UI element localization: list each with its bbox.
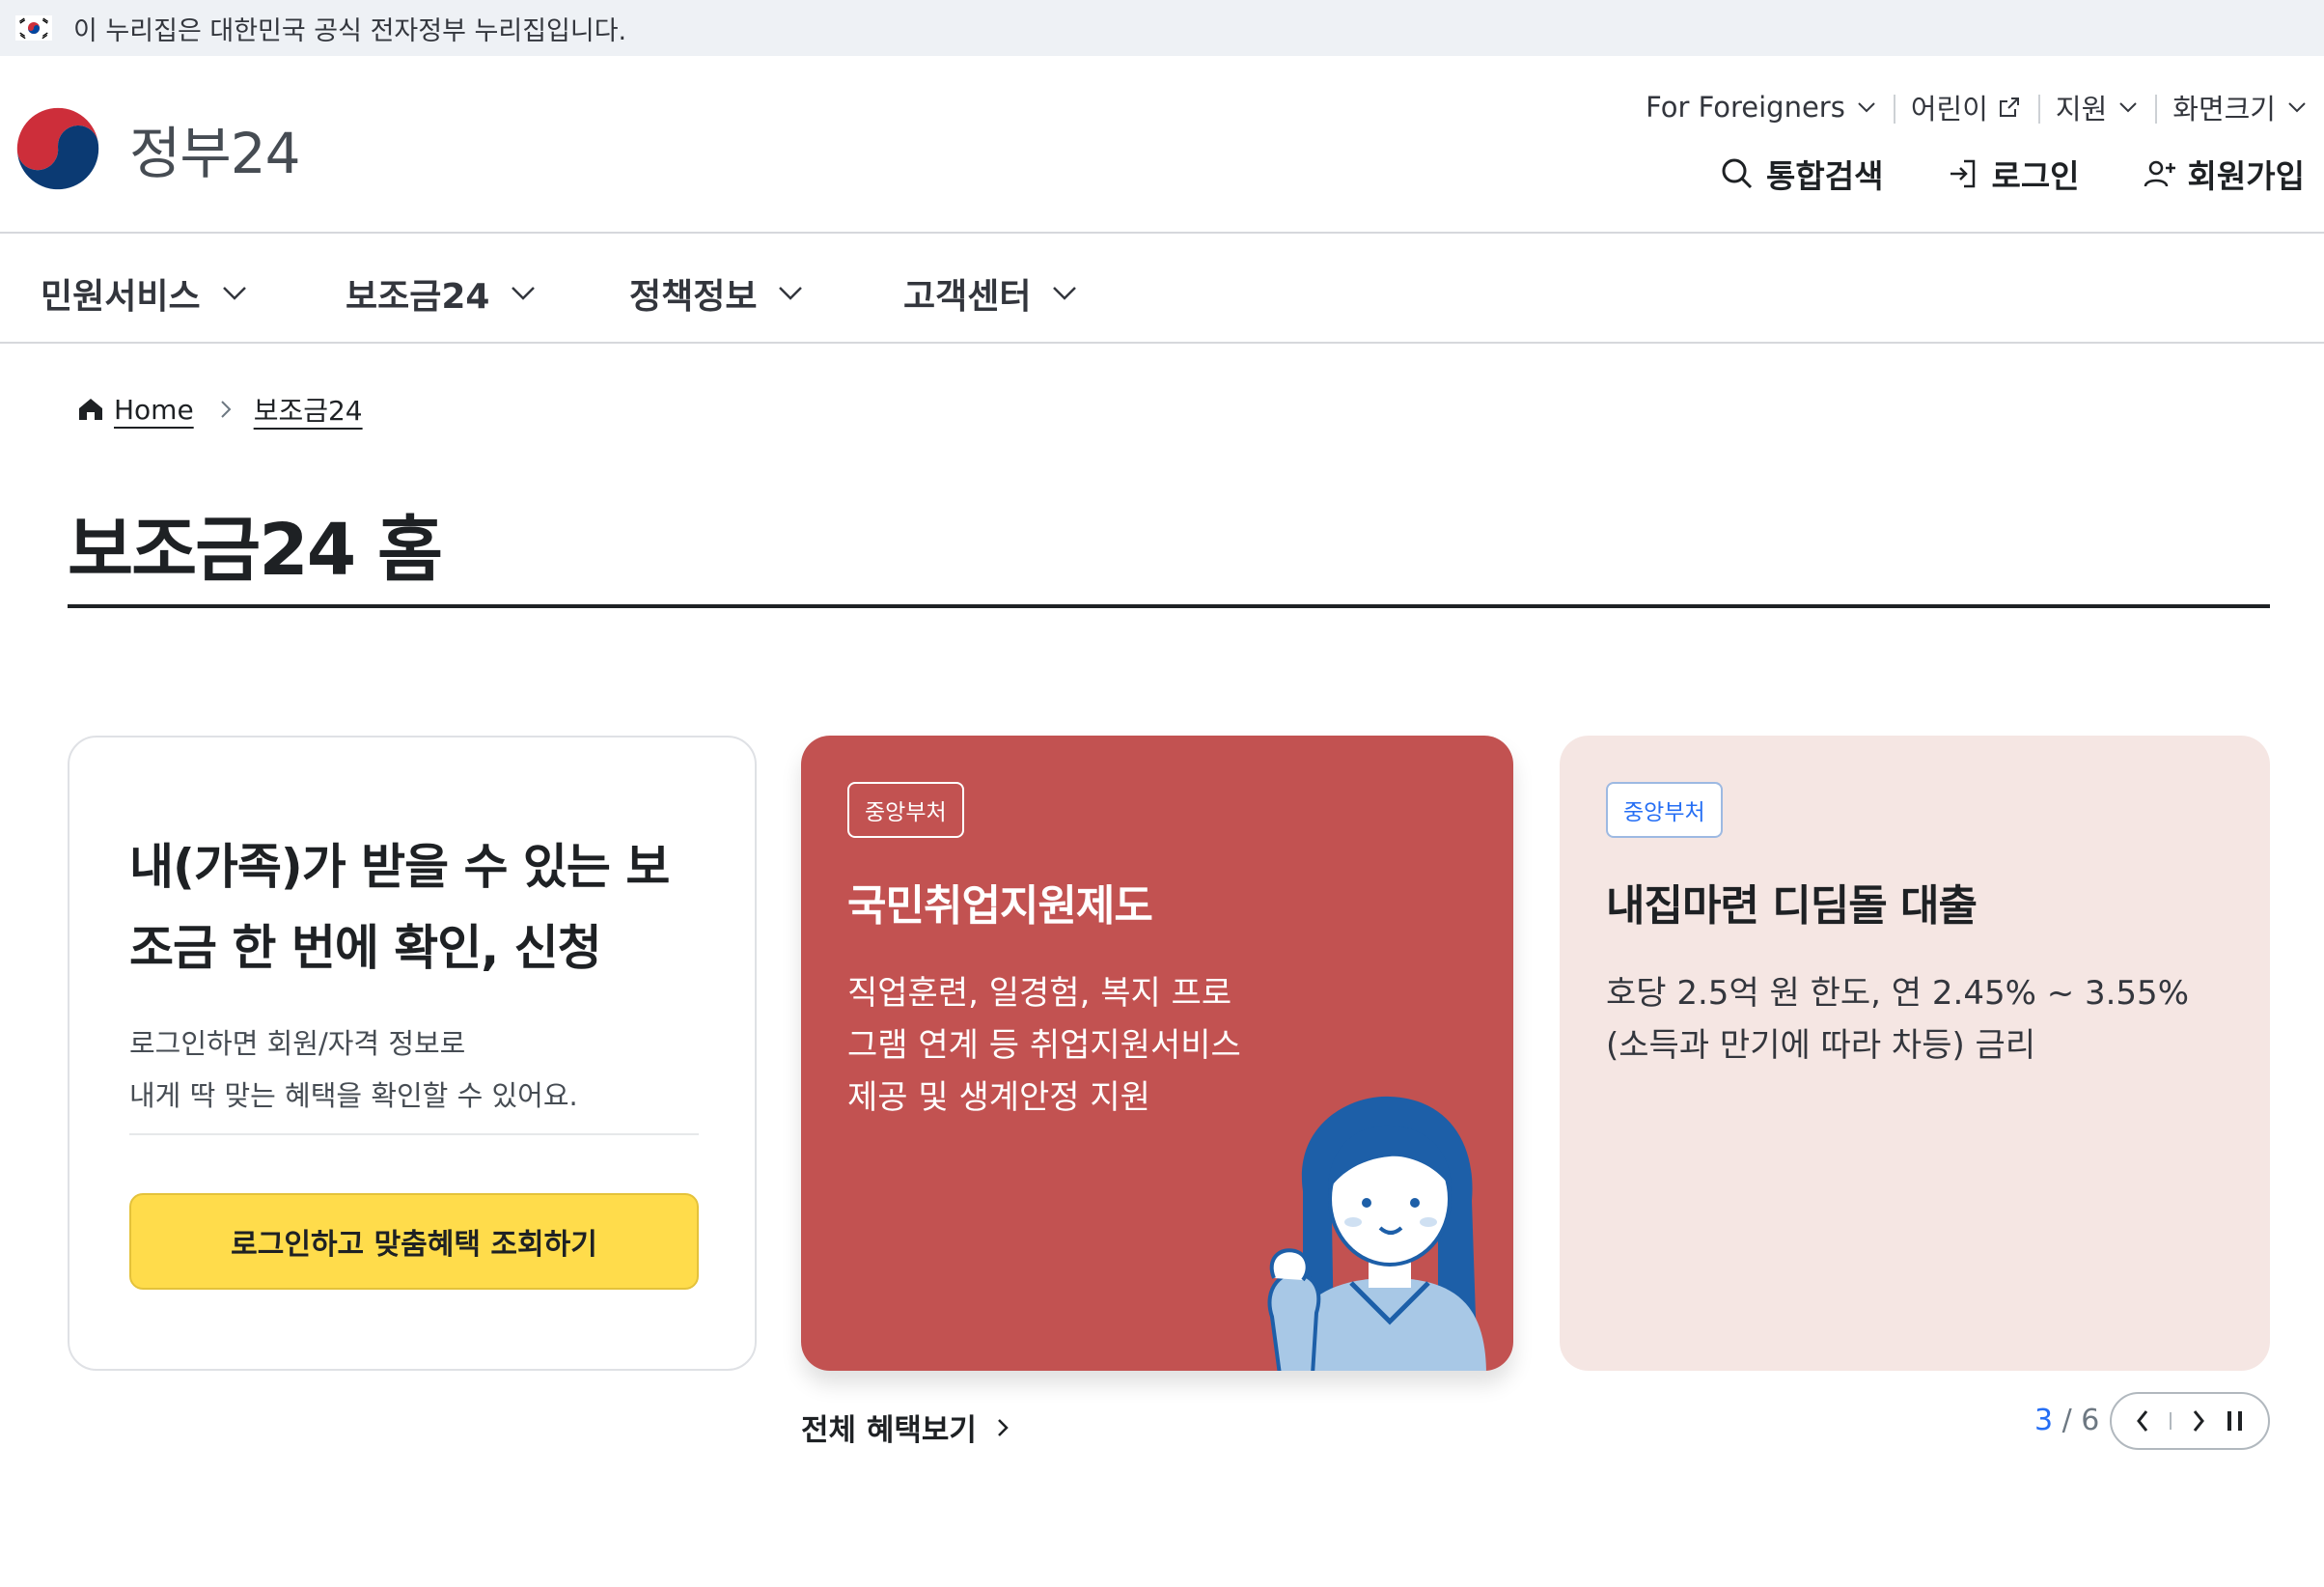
promo-card-housing-loan[interactable]: 중앙부처 내집마련 디딤돌 대출 호당 2.5억 원 한도, 연 2.45% ~… [1560,736,2270,1371]
controls-divider [2170,1412,2172,1430]
screen-size-menu[interactable]: 화면크기 [2155,87,2324,127]
chevron-right-icon [998,1418,1009,1436]
login-benefit-button[interactable]: 로그인하고 맞춤혜택 조회하기 [129,1193,699,1290]
search-icon [1722,158,1753,189]
gov-banner: 이 누리집은 대한민국 공식 전자정부 누리집입니다. [0,0,2324,56]
util-label: For Foreigners [1646,91,1845,124]
promo-title: 내집마련 디딤돌 대출 [1606,881,1978,931]
for-foreigners-menu[interactable]: For Foreigners [1628,91,1894,124]
gnb-item-customer-center[interactable]: 고객센터 [903,268,1077,319]
prev-button[interactable] [2135,1408,2150,1434]
promo-desc: 호당 2.5억 원 한도, 연 2.45% ~ 3.55%(소득과 만기에 따라… [1606,974,2189,1065]
kids-link[interactable]: 어린이 [1893,87,2038,127]
chevron-down-icon [1858,102,1875,113]
support-menu[interactable]: 지원 [2037,87,2155,127]
logo-text: 정부24 [129,121,301,186]
chevron-down-icon [1053,287,1077,300]
character-illustration [1267,1096,1486,1371]
pause-button[interactable] [2226,1408,2245,1434]
chevron-down-icon [2288,102,2306,113]
korea-flag-icon [15,15,52,41]
gov-banner-text: 이 누리집은 대한민국 공식 전자정부 누리집입니다. [73,15,627,46]
gnb-label: 민원서비스 [41,277,201,317]
gnb-label: 정책정보 [629,277,758,317]
gnb-label: 보조금24 [346,277,490,317]
next-icon [2193,1410,2204,1432]
gnb-item-policy-info[interactable]: 정책정보 [629,268,803,319]
chevron-down-icon [512,287,536,300]
home-icon [79,399,102,420]
integrated-search-button[interactable]: 통합검색 [1720,151,1883,197]
gnb-item-subsidy24[interactable]: 보조금24 [346,268,536,319]
gnb-label: 고객센터 [903,277,1032,317]
login-card: 내(가족)가 받을 수 있는 보조금 한 번에 확인, 신청 로그인하면 회원/… [68,736,757,1371]
pause-icon [2227,1411,2242,1431]
global-nav: 민원서비스 보조금24 정책정보 고객센터 [0,234,2324,344]
chevron-down-icon [779,287,803,300]
external-link-icon [1999,97,2019,117]
signup-label: 회원가입 [2187,157,2305,195]
title-divider [68,604,2270,608]
promo-card-employment[interactable]: 중앙부처 국민취업지원제도 직업훈련, 일경험, 복지 프로그램 연계 등 취업… [801,736,1513,1371]
chevron-down-icon [2119,102,2137,113]
view-all-benefits-link[interactable]: 전체 혜택보기 [801,1406,1010,1449]
gnb-item-civil-service[interactable]: 민원서비스 [41,268,247,319]
util-label: 화면크기 [2172,93,2276,125]
pager-current: 3 [2034,1404,2054,1437]
promo-tag: 중앙부처 [1606,782,1723,838]
user-add-icon [2144,160,2175,187]
chevron-right-icon [220,401,232,418]
view-all-label: 전체 혜택보기 [801,1413,977,1448]
login-card-desc-line: 로그인하면 회원/자격 정보로 [129,1027,466,1060]
prev-icon [2137,1410,2148,1432]
site-header: 정부24 For Foreigners 어린이 지원 화면크기 통합검색 로그인 [0,56,2324,234]
promo-tag: 중앙부처 [847,782,964,838]
breadcrumb-home[interactable]: Home [114,394,194,426]
signup-button[interactable]: 회원가입 [2144,151,2305,197]
login-icon [1950,159,1976,188]
login-card-desc-line: 내게 딱 맞는 혜택을 확인할 수 있어요. [129,1079,578,1112]
next-button[interactable] [2191,1408,2206,1434]
login-button[interactable]: 로그인 [1947,151,2080,197]
slide-controls [2110,1392,2270,1450]
login-card-desc: 로그인하면 회원/자격 정보로 내게 딱 맞는 혜택을 확인할 수 있어요. [129,1017,708,1122]
login-card-divider [129,1133,699,1135]
breadcrumb: Home 보조금24 [77,390,363,429]
login-label: 로그인 [1991,157,2080,195]
login-card-title: 내(가족)가 받을 수 있는 보조금 한 번에 확인, 신청 [129,839,670,976]
promo-desc: 직업훈련, 일경험, 복지 프로그램 연계 등 취업지원서비스 제공 및 생계안… [847,974,1241,1117]
slide-pager: 3 / 6 [2034,1404,2099,1437]
util-label: 어린이 [1910,93,1988,125]
gov-logo-icon [14,104,102,193]
main-utility: 통합검색 로그인 회원가입 [1656,149,2305,199]
util-label: 지원 [2055,93,2108,125]
site-logo[interactable]: 정부24 [12,102,301,195]
page-title: 보조금24 홈 [68,509,443,592]
breadcrumb-current[interactable]: 보조금24 [254,390,363,429]
chevron-down-icon [222,287,246,300]
pager-total: / 6 [2061,1404,2100,1437]
promo-title: 국민취업지원제도 [847,881,1153,931]
search-label: 통합검색 [1766,157,1884,195]
utility-nav: For Foreigners 어린이 지원 화면크기 [1628,85,2324,129]
